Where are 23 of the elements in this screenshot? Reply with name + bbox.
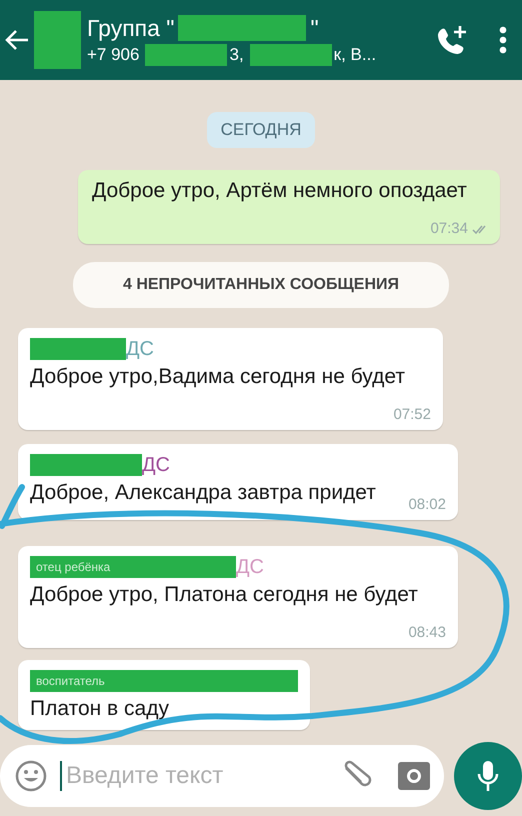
date-chip: СЕГОДНЯ (206, 112, 316, 148)
participants-text: +7 906 (87, 44, 140, 64)
message-text: Доброе утро,Вадима сегодня не будет (30, 365, 405, 388)
message-field[interactable]: Введите текст (0, 745, 444, 807)
message-input[interactable]: Введите текст (60, 761, 326, 791)
redaction-mark: отец ребёнка (30, 556, 236, 578)
message-text: Платон в саду (30, 697, 169, 720)
unread-banner: 4 НЕПРОЧИТАННЫХ СООБЩЕНИЯ (73, 262, 449, 308)
sender-name: ДС (236, 555, 264, 580)
participants-text: к, В... (334, 44, 376, 64)
message-time: 08:43 (408, 623, 446, 643)
message-text: Доброе, Александра завтра придет (30, 481, 376, 504)
group-title: Группа " (87, 14, 174, 42)
message-time: 07:34 (430, 219, 468, 239)
sender-name: ДС (142, 453, 170, 478)
sender-name: ДС (126, 337, 154, 362)
group-title: " (310, 14, 319, 42)
message-time: 07:52 (393, 405, 431, 425)
message-time: 08:02 (408, 495, 446, 515)
participants-text: 3, (229, 44, 244, 64)
message-text: Доброе утро, Артём немного опоздает (92, 179, 467, 202)
redaction-mark: воспитатель (30, 670, 298, 692)
message-text: Доброе утро, Платона сегодня не будет (30, 583, 418, 606)
